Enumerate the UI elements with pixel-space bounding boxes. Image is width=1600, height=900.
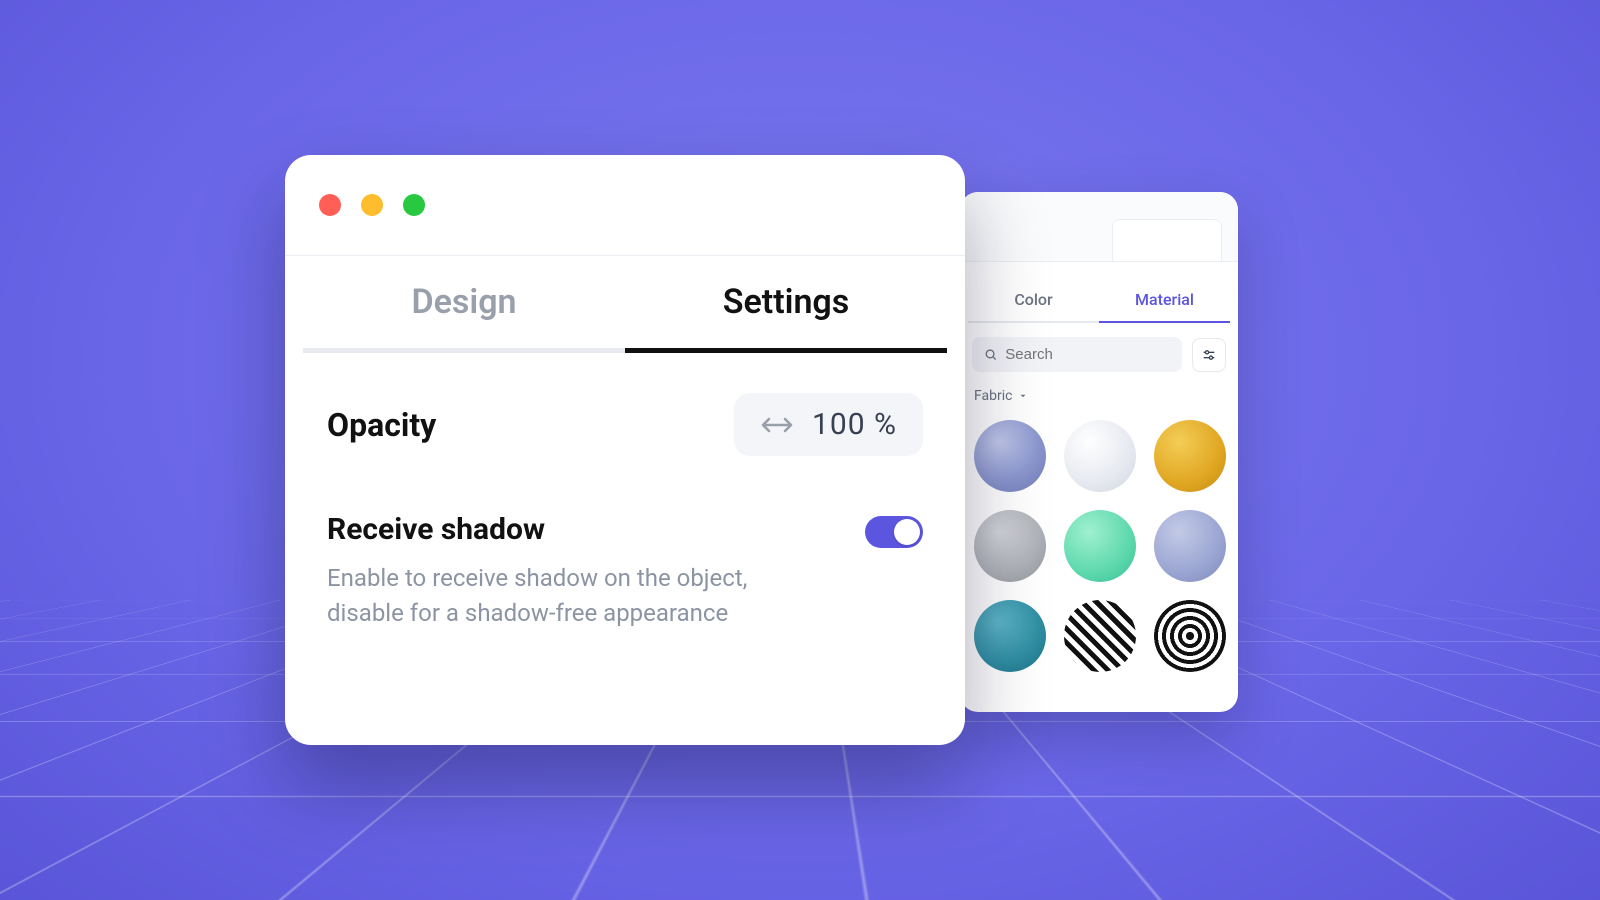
tab-material[interactable]: Material <box>1099 280 1230 323</box>
swatch-fabric-gold[interactable] <box>1154 420 1226 492</box>
toggle-knob <box>894 519 920 545</box>
material-panel: Color Material Fabric <box>960 192 1238 712</box>
traffic-light-close[interactable] <box>319 194 341 216</box>
material-panel-tabs: Color Material <box>960 262 1238 323</box>
material-swatch-grid <box>960 410 1238 682</box>
sliders-icon <box>1201 347 1217 363</box>
material-search-input[interactable] <box>1005 346 1170 363</box>
receive-shadow-title: Receive shadow <box>327 512 757 547</box>
material-category-label: Fabric <box>974 388 1012 404</box>
receive-shadow-toggle[interactable] <box>865 516 923 548</box>
tab-color[interactable]: Color <box>968 280 1099 323</box>
material-search[interactable] <box>972 337 1182 372</box>
search-icon <box>984 347 997 362</box>
opacity-label: Opacity <box>327 406 436 444</box>
swatch-fabric-houndstooth[interactable] <box>1064 600 1136 672</box>
swatch-fabric-slate[interactable] <box>1154 510 1226 582</box>
swatch-fabric-teal[interactable] <box>974 600 1046 672</box>
horizontal-resize-icon <box>760 416 794 434</box>
swatch-fabric-grey[interactable] <box>974 510 1046 582</box>
tab-design[interactable]: Design <box>303 256 625 353</box>
window-titlebar <box>285 155 965 255</box>
swatch-fabric-blue[interactable] <box>974 420 1046 492</box>
opacity-value: 100 % <box>812 407 897 442</box>
tab-settings[interactable]: Settings <box>625 256 947 353</box>
material-category[interactable]: Fabric <box>960 382 1238 410</box>
opacity-row: Opacity 100 % <box>285 353 965 456</box>
material-panel-white-tab <box>1112 219 1222 261</box>
settings-window: Design Settings Opacity 100 % Receive sh… <box>285 155 965 745</box>
receive-shadow-description: Enable to receive shadow on the object, … <box>327 561 757 631</box>
opacity-field[interactable]: 100 % <box>734 393 923 456</box>
filter-button[interactable] <box>1192 338 1226 372</box>
traffic-light-minimize[interactable] <box>361 194 383 216</box>
receive-shadow-row: Receive shadow Enable to receive shadow … <box>285 456 965 631</box>
swatch-fabric-stripe[interactable] <box>1154 600 1226 672</box>
material-panel-topbar <box>960 192 1238 262</box>
swatch-fabric-white[interactable] <box>1064 420 1136 492</box>
window-tabs: Design Settings <box>303 256 947 353</box>
swatch-fabric-mint[interactable] <box>1064 510 1136 582</box>
chevron-down-icon <box>1018 391 1028 401</box>
traffic-light-zoom[interactable] <box>403 194 425 216</box>
